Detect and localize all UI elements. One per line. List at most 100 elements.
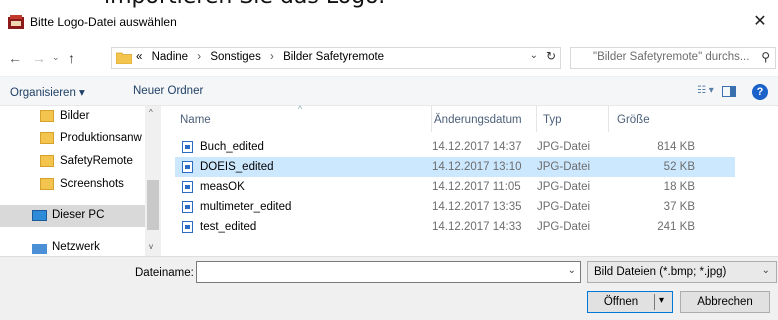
- sidebar-item-label: Bilder: [60, 110, 90, 122]
- address-dropdown-icon[interactable]: ⌄: [530, 50, 538, 61]
- sidebar-item-label: Screenshots: [60, 178, 124, 190]
- search-placeholder: "Bilder Safetyremote" durchs...: [593, 51, 750, 63]
- sidebar-item-dieser-pc[interactable]: Dieser PC: [0, 205, 145, 227]
- image-file-icon: [182, 221, 193, 233]
- close-icon[interactable]: ✕: [746, 10, 774, 34]
- file-type: JPG-Datei: [537, 221, 591, 233]
- filetype-dropdown-icon: ⌄: [761, 265, 770, 276]
- breadcrumb-separator[interactable]: ›: [197, 51, 201, 63]
- open-options-chevron-icon[interactable]: ▾: [659, 295, 664, 306]
- folder-icon: [40, 132, 54, 144]
- dialog-footer: Dateiname: ⌄ Bild Dateien (*.bmp; *.jpg)…: [0, 256, 778, 320]
- file-type: JPG-Datei: [537, 181, 591, 193]
- file-date: 14.12.2017 14:37: [432, 141, 522, 153]
- column-header-size[interactable]: Größe: [608, 106, 708, 132]
- folder-icon: [116, 52, 132, 64]
- file-size: 18 KB: [663, 181, 695, 193]
- file-list: Name ^ Änderungsdatum Typ Größe Buch_edi…: [163, 104, 778, 256]
- file-name: DOEIS_edited: [200, 161, 274, 173]
- file-row-doeis-edited[interactable]: DOEIS_edited 14.12.2017 13:10 JPG-Datei …: [175, 157, 735, 177]
- open-button-label: Öffnen: [603, 296, 639, 308]
- file-date: 14.12.2017 14:33: [432, 221, 522, 233]
- breadcrumb-item-sonstiges[interactable]: Sonstiges: [210, 51, 261, 63]
- sidebar-item-screenshots[interactable]: Screenshots: [0, 174, 145, 196]
- file-size: 814 KB: [657, 141, 695, 153]
- file-type: JPG-Datei: [537, 201, 591, 213]
- sidebar-item-produktionsanw[interactable]: Produktionsanw: [0, 128, 145, 150]
- filetype-select[interactable]: Bild Dateien (*.bmp; *.jpg) ⌄: [587, 261, 777, 283]
- file-name: measOK: [200, 181, 245, 193]
- title-bar: Bitte Logo-Datei auswählen ✕: [0, 8, 778, 36]
- sort-ascending-icon: ^: [298, 104, 303, 114]
- breadcrumb-overflow[interactable]: «: [136, 51, 142, 63]
- sidebar-item-label: Dieser PC: [52, 209, 105, 221]
- filename-input[interactable]: ⌄: [196, 261, 581, 283]
- column-header-date[interactable]: Änderungsdatum: [431, 106, 536, 132]
- file-row-multimeter-edited[interactable]: multimeter_edited 14.12.2017 13:35 JPG-D…: [175, 197, 735, 217]
- image-file-icon: [182, 161, 193, 173]
- file-date: 14.12.2017 11:05: [432, 181, 521, 193]
- command-toolbar: Organisieren ▾ Neuer Ordner ☷ ▾ ?: [0, 76, 778, 106]
- scroll-down-icon[interactable]: v: [149, 242, 153, 251]
- image-file-icon: [182, 141, 193, 153]
- file-name: test_edited: [200, 221, 257, 233]
- breadcrumb-item-bilder-safetyremote[interactable]: Bilder Safetyremote: [283, 51, 384, 63]
- file-row-buch-edited[interactable]: Buch_edited 14.12.2017 14:37 JPG-Datei 8…: [175, 137, 735, 157]
- open-button[interactable]: Öffnen ▾: [587, 291, 673, 313]
- file-row-test-edited[interactable]: test_edited 14.12.2017 14:33 JPG-Datei 2…: [175, 217, 735, 237]
- breadcrumb-item-nadine[interactable]: Nadine: [152, 51, 188, 63]
- forward-arrow-icon[interactable]: →: [32, 50, 46, 66]
- split-divider: [654, 294, 655, 310]
- search-icon[interactable]: ⚲: [761, 50, 770, 64]
- filename-dropdown-icon[interactable]: ⌄: [568, 265, 576, 276]
- up-arrow-icon[interactable]: ↑: [68, 50, 75, 66]
- file-date: 14.12.2017 13:10: [432, 161, 522, 173]
- file-date: 14.12.2017 13:35: [432, 201, 522, 213]
- sidebar-item-bilder[interactable]: Bilder: [0, 106, 145, 128]
- column-header-name[interactable]: Name ^: [180, 104, 430, 132]
- new-folder-button[interactable]: Neuer Ordner: [133, 85, 203, 97]
- app-icon: [8, 15, 24, 29]
- scroll-up-icon[interactable]: ^: [149, 108, 153, 117]
- recent-locations-chevron-icon[interactable]: ⌄: [52, 52, 60, 63]
- window-title: Bitte Logo-Datei auswählen: [30, 15, 177, 29]
- navigation-pane: Bilder Produktionsanw SafetyRemote Scree…: [0, 106, 161, 256]
- file-size: 52 KB: [663, 161, 695, 173]
- sidebar-scrollbar[interactable]: ^ v: [145, 106, 161, 256]
- filetype-value: Bild Dateien (*.bmp; *.jpg): [594, 266, 727, 278]
- sidebar-item-label: SafetyRemote: [60, 155, 133, 167]
- network-icon: [32, 244, 47, 254]
- sidebar-item-safetyremote[interactable]: SafetyRemote: [0, 151, 145, 173]
- search-input[interactable]: "Bilder Safetyremote" durchs... ⚲: [570, 47, 776, 69]
- view-options-icon[interactable]: ☷ ▾: [697, 85, 714, 96]
- file-size: 37 KB: [663, 201, 695, 213]
- file-type: JPG-Datei: [537, 141, 591, 153]
- cancel-button-label: Abbrechen: [697, 296, 753, 308]
- sidebar-item-label: Netzwerk: [52, 241, 100, 253]
- back-arrow-icon[interactable]: ←: [8, 50, 22, 66]
- image-file-icon: [182, 201, 193, 213]
- column-header-label: Name: [180, 114, 211, 126]
- cancel-button[interactable]: Abbrechen: [680, 291, 770, 313]
- filename-label: Dateiname:: [135, 267, 194, 279]
- breadcrumb[interactable]: « Nadine › Sonstiges › Bilder Safetyremo…: [111, 47, 561, 69]
- help-icon[interactable]: ?: [752, 84, 768, 100]
- breadcrumb-separator[interactable]: ›: [270, 51, 274, 63]
- scrollbar-thumb[interactable]: [147, 180, 159, 230]
- folder-icon: [40, 110, 54, 122]
- column-header-type[interactable]: Typ: [536, 106, 608, 132]
- folder-icon: [40, 178, 54, 190]
- file-name: multimeter_edited: [200, 201, 292, 213]
- sidebar-item-label: Produktionsanw: [60, 132, 142, 144]
- file-name: Buch_edited: [200, 141, 264, 153]
- preview-pane-icon[interactable]: [722, 86, 736, 97]
- file-size: 241 KB: [657, 221, 695, 233]
- organize-button[interactable]: Organisieren ▾: [10, 85, 85, 99]
- refresh-icon[interactable]: ↻: [546, 49, 556, 63]
- computer-icon: [32, 210, 47, 221]
- file-type: JPG-Datei: [537, 161, 591, 173]
- image-file-icon: [182, 181, 193, 193]
- file-row-measok[interactable]: measOK 14.12.2017 11:05 JPG-Datei 18 KB: [175, 177, 735, 197]
- sidebar-item-netzwerk[interactable]: Netzwerk: [0, 237, 145, 256]
- address-bar: ← → ⌄ ↑ « Nadine › Sonstiges › Bilder Sa…: [0, 40, 778, 74]
